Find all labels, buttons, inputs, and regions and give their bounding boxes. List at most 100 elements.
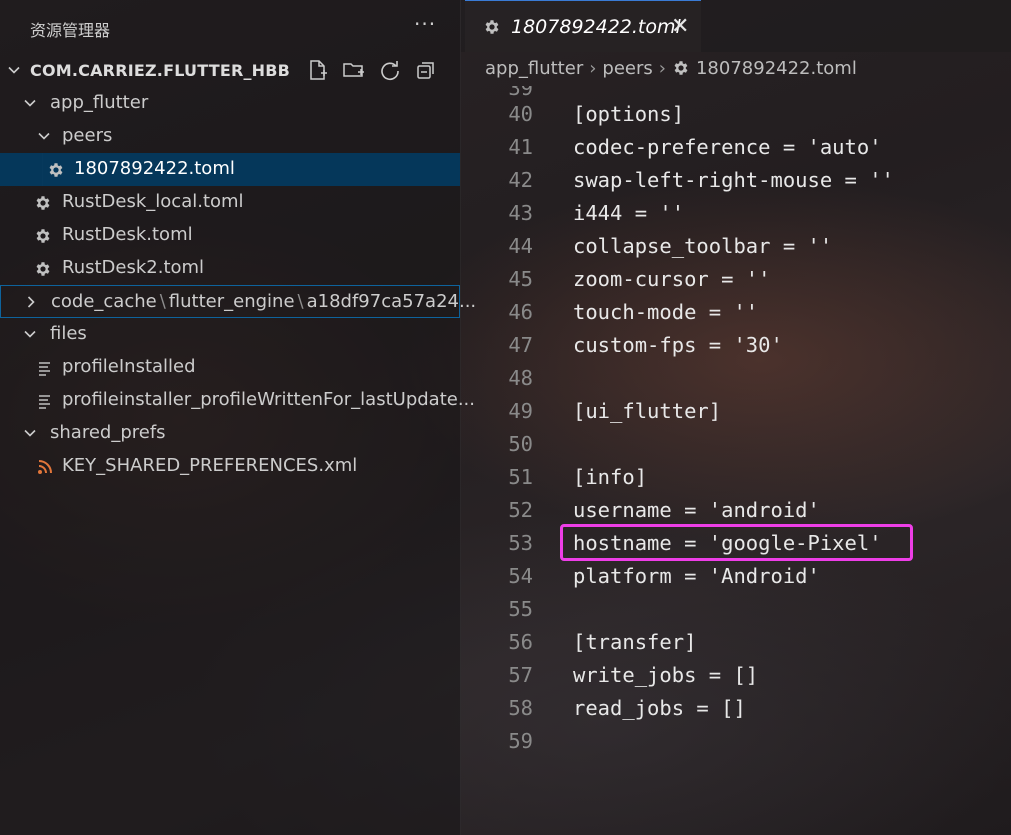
refresh-icon[interactable] (378, 58, 402, 82)
tree-folder-app-flutter[interactable]: app_flutter (0, 87, 460, 120)
code-line[interactable]: 49 [ui_flutter] (461, 395, 1011, 428)
gear-icon (34, 194, 52, 212)
chevron-down-icon (22, 326, 38, 342)
collapse-all-icon[interactable] (414, 58, 438, 82)
tab-1807892422-toml[interactable]: 1807892422.toml ✕ (465, 0, 701, 52)
line-number: 47 (508, 333, 533, 357)
code-line[interactable]: 44 collapse_toolbar = '' (461, 230, 1011, 263)
tree-file-1807892422-toml[interactable]: 1807892422.toml (0, 153, 460, 186)
breadcrumb-item-peers[interactable]: peers (602, 58, 652, 79)
code-line[interactable]: 43 i444 = '' (461, 197, 1011, 230)
code-line[interactable]: 54 platform = 'Android' (461, 560, 1011, 593)
tree-folder-files[interactable]: files (0, 318, 460, 351)
new-folder-icon[interactable] (342, 58, 366, 82)
tree-item-label: KEY_SHARED_PREFERENCES.xml (62, 455, 358, 476)
line-number: 44 (508, 234, 533, 258)
tree-folder-code-cache[interactable]: code_cache \ flutter_engine \ a18df97ca57a24… (0, 285, 476, 318)
chevron-down-icon (22, 95, 38, 111)
code-text: [info] (573, 465, 648, 489)
chevron-down-icon (36, 128, 52, 144)
more-actions-button[interactable]: ··· (414, 12, 436, 36)
line-number: 52 (508, 498, 533, 522)
code-line[interactable]: 47 custom-fps = '30' (461, 329, 1011, 362)
code-text: touch-mode = '' (573, 300, 759, 324)
gear-icon (483, 18, 501, 36)
line-number: 46 (508, 300, 533, 324)
code-text: write_jobs = [] (573, 663, 759, 687)
rss-icon (36, 458, 54, 476)
line-number: 56 (508, 630, 533, 654)
line-number: 39 (508, 76, 533, 100)
code-text: codec-preference = 'auto' (573, 135, 882, 159)
explorer-header: 资源管理器 ··· (0, 0, 460, 54)
code-line[interactable]: 46 touch-mode = '' (461, 296, 1011, 329)
chevron-down-icon (6, 62, 22, 78)
code-line[interactable]: 51 [info] (461, 461, 1011, 494)
tree-file-rustdesk-toml[interactable]: RustDesk.toml (0, 219, 460, 252)
text-file-icon (36, 359, 54, 377)
annotation-highlight-box (560, 524, 913, 561)
code-text: username = 'android' (573, 498, 820, 522)
new-file-icon[interactable] (306, 58, 330, 82)
code-text: i444 = '' (573, 201, 685, 225)
code-line[interactable]: 45 zoom-cursor = '' (461, 263, 1011, 296)
code-line[interactable]: 58 read_jobs = [] (461, 692, 1011, 725)
gear-icon (34, 227, 52, 245)
code-line[interactable]: 52 username = 'android' (461, 494, 1011, 527)
code-text: custom-fps = '30' (573, 333, 783, 357)
code-text: [options] (573, 102, 685, 126)
line-number: 45 (508, 267, 533, 291)
code-line[interactable]: 50 (461, 428, 1011, 461)
code-line[interactable]: 41 codec-preference = 'auto' (461, 131, 1011, 164)
code-text: zoom-cursor = '' (573, 267, 771, 291)
code-text: collapse_toolbar = '' (573, 234, 833, 258)
code-line[interactable]: 40 [options] (461, 98, 1011, 131)
code-line[interactable]: 59 (461, 725, 1011, 758)
path-separator: \ (297, 291, 304, 312)
breadcrumb-separator: › (658, 58, 666, 79)
chevron-down-icon (22, 425, 38, 441)
path-segment-code-cache[interactable]: code_cache (51, 291, 157, 312)
gear-icon (34, 260, 52, 278)
tree-item-label: RustDesk.toml (62, 224, 193, 245)
breadcrumb-item-app-flutter[interactable]: app_flutter (485, 58, 583, 79)
line-number: 49 (508, 399, 533, 423)
tree-folder-peers[interactable]: peers (0, 120, 460, 153)
code-line[interactable]: 56 [transfer] (461, 626, 1011, 659)
line-number: 42 (508, 168, 533, 192)
code-line[interactable]: 55 (461, 593, 1011, 626)
code-line[interactable]: 57 write_jobs = [] (461, 659, 1011, 692)
tree-root-label: COM.CARRIEZ.FLUTTER_HBB (30, 61, 291, 80)
code-line[interactable]: 48 (461, 362, 1011, 395)
tree-root-folder[interactable]: COM.CARRIEZ.FLUTTER_HBB (0, 54, 460, 87)
tree-file-rustdesk2-toml[interactable]: RustDesk2.toml (0, 252, 460, 285)
tree-file-key-shared-preferences[interactable]: KEY_SHARED_PREFERENCES.xml (0, 450, 460, 483)
tree-folder-shared-prefs[interactable]: shared_prefs (0, 417, 460, 450)
breadcrumb-separator: › (589, 58, 597, 79)
line-number: 41 (508, 135, 533, 159)
path-segment-flutter-engine[interactable]: flutter_engine (169, 291, 295, 312)
gear-icon (672, 59, 690, 77)
tree-file-profile-installed[interactable]: profileInstalled (0, 351, 460, 384)
line-number: 51 (508, 465, 533, 489)
path-segment-hash[interactable]: a18df97ca57a24... (307, 291, 477, 312)
code-text: read_jobs = [] (573, 696, 746, 720)
code-text: platform = 'Android' (573, 564, 820, 588)
explorer-title: 资源管理器 (30, 21, 111, 40)
line-number: 40 (508, 102, 533, 126)
line-number: 55 (508, 597, 533, 621)
breadcrumb: app_flutter › peers › 1807892422.toml (485, 58, 857, 79)
tree-item-label: files (50, 323, 87, 344)
line-number: 43 (508, 201, 533, 225)
tree-item-label: RustDesk_local.toml (62, 191, 244, 212)
text-file-icon (36, 392, 54, 410)
close-icon[interactable]: ✕ (671, 14, 689, 39)
line-number: 59 (508, 729, 533, 753)
chevron-right-icon (23, 294, 39, 310)
tree-file-profileinstaller[interactable]: profileinstaller_profileWrittenFor_lastU… (0, 384, 475, 417)
code-line[interactable]: 42 swap-left-right-mouse = '' (461, 164, 1011, 197)
tree-file-rustdesk-local-toml[interactable]: RustDesk_local.toml (0, 186, 460, 219)
breadcrumb-item-file[interactable]: 1807892422.toml (696, 58, 857, 79)
code-text: swap-left-right-mouse = '' (573, 168, 894, 192)
gear-icon (47, 161, 65, 179)
